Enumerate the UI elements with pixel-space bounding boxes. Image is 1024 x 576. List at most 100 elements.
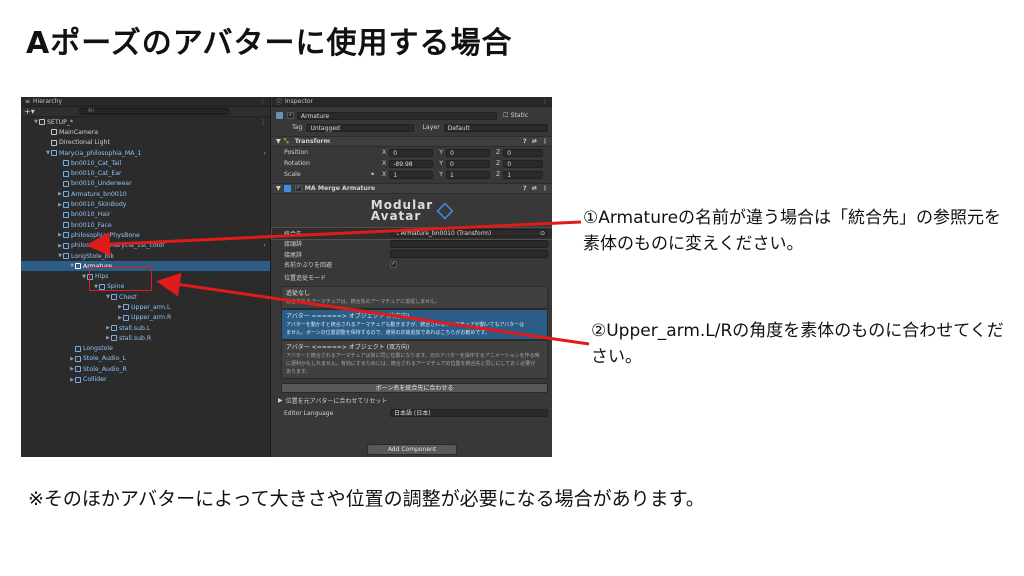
position-label: Position xyxy=(284,149,309,156)
enabled-checkbox[interactable]: ✓ xyxy=(294,185,302,192)
rotation-y-field[interactable]: 0 xyxy=(446,159,491,168)
x-label: X xyxy=(382,160,387,167)
scale-z-field[interactable]: 1 xyxy=(503,170,544,179)
hierarchy-tab[interactable]: ≡ Hierarchy ⋮ xyxy=(21,97,270,107)
avoid-name-checkbox[interactable]: ✓ xyxy=(390,261,397,269)
help-icon[interactable]: ? xyxy=(523,185,527,192)
logo-line-2: Avatar xyxy=(370,209,422,223)
active-checkbox[interactable]: ✓ xyxy=(287,112,294,119)
gameobject-icon xyxy=(75,376,81,383)
language-row: Editor Language 日本語 (日本) xyxy=(272,408,552,419)
tree-item-light[interactable]: Directional Light xyxy=(21,138,270,148)
prefab-icon xyxy=(63,180,69,187)
match-bone-names-button[interactable]: ボーン名を統合先に合わせる xyxy=(281,382,548,393)
add-component-button[interactable]: Add Component xyxy=(367,444,457,455)
merge-armature-header[interactable]: ▼ ✓ MA Merge Armature ? ⇄ ⋮ xyxy=(272,183,552,194)
transform-icon: ⤡ xyxy=(394,230,399,238)
tree-item-hair[interactable]: bn0010_Hair xyxy=(21,210,270,220)
object-picker-icon[interactable]: ⊙ xyxy=(540,230,545,237)
gameobject-icon xyxy=(123,304,129,311)
inspector-panel: ⓘ Inspector ⋮ ✓ Armature ☐ Static Tag Un… xyxy=(271,97,552,457)
tree-item-stall-sub-l[interactable]: ▶ stall.sub.L xyxy=(21,323,270,333)
tree-item-armature-bn0010[interactable]: ▶ Armature_bn0010 xyxy=(21,189,270,199)
more-options-icon[interactable]: ⋮ xyxy=(542,185,548,192)
prefix-field[interactable] xyxy=(390,239,548,248)
link-icon[interactable]: ⚭ xyxy=(370,171,382,178)
position-x-field[interactable]: 0 xyxy=(389,148,434,157)
merge-target-field[interactable]: ⤡ Armature_bn0010 (Transform) ⊙ xyxy=(390,229,548,238)
rotation-z-field[interactable]: 0 xyxy=(503,159,544,168)
help-icon[interactable]: ? xyxy=(523,138,527,145)
more-options-icon[interactable]: ⋮ xyxy=(542,98,548,105)
tree-item-stall-sub-r[interactable]: ▶ stall.sub.R xyxy=(21,333,270,343)
tree-item-physbone[interactable]: ▶ philosophia_PhysBone xyxy=(21,230,270,240)
tag-layer-row: Tag Untagged Layer Default xyxy=(272,122,552,133)
mode-none-desc: 統合されるアーマチュアは、統合先のアーマチュアに追従しません。 xyxy=(286,298,441,305)
mode-option-none[interactable]: 追従なし 統合されるアーマチュアは、統合先のアーマチュアに追従しません。 xyxy=(281,285,548,309)
hierarchy-toolbar: +▾ All xyxy=(21,107,270,117)
position-row: Position X0 Y0 Z0 xyxy=(272,147,552,158)
reset-position-row[interactable]: ▶ 位置を元アバターに合わせてリセット xyxy=(272,396,552,407)
tree-item-face[interactable]: bn0010_Face xyxy=(21,220,270,230)
object-header: ✓ Armature ☐ Static xyxy=(272,109,552,122)
more-options-icon[interactable]: ⋮ xyxy=(260,119,266,126)
gameobject-icon xyxy=(75,263,81,270)
tree-item-cat-ear[interactable]: bn0010_Cat_Ear xyxy=(21,168,270,178)
tree-item-upper-arm-l[interactable]: ▶ Upper_arm.L xyxy=(21,302,270,312)
x-label: X xyxy=(382,171,387,178)
z-label: Z xyxy=(496,160,501,167)
tree-item-collider[interactable]: ▶ Collider xyxy=(21,374,270,384)
suffix-row: 接尾辞 xyxy=(272,249,552,260)
inspector-tab[interactable]: ⓘ Inspector ⋮ xyxy=(272,97,552,107)
tag-label: Tag xyxy=(292,124,303,131)
merge-target-row: 統合先 ⤡ Armature_bn0010 (Transform) ⊙ xyxy=(271,227,552,240)
tree-item-underwear[interactable]: bn0010_Underwear xyxy=(21,179,270,189)
tag-select[interactable]: Untagged xyxy=(306,123,415,132)
callout-upper-arm: ②Upper_arm.L/Rの角度を素体のものに合わせてください。 xyxy=(591,321,1004,367)
hierarchy-search-input[interactable]: All xyxy=(78,108,229,115)
tree-item-cat-tail[interactable]: bn0010_Cat_Tail xyxy=(21,158,270,168)
transform-header[interactable]: ▼ ⤡ Transform ? ⇄ ⋮ xyxy=(272,136,552,147)
position-z-field[interactable]: 0 xyxy=(503,148,544,157)
tree-item-upper-arm-r[interactable]: ▶ Upper_arm.R xyxy=(21,313,270,323)
prefab-icon xyxy=(63,160,69,167)
y-label: Y xyxy=(439,160,444,167)
transform-title: Transform xyxy=(294,138,331,145)
settings-icon[interactable]: ⇄ xyxy=(532,185,537,192)
scale-x-field[interactable]: 1 xyxy=(389,170,434,179)
gameobject-icon xyxy=(111,294,117,301)
tree-item-maincamera[interactable]: MainCamera xyxy=(21,127,270,137)
mode-one-desc-1: アバターを動かすと統合されるアーマチュアも動きますが、統合されるアーマチュアが動… xyxy=(286,321,525,328)
gameobject-icon xyxy=(111,325,117,332)
tree-item-chest[interactable]: ▼ Chest xyxy=(21,292,270,302)
object-name-field[interactable]: Armature xyxy=(297,111,497,120)
settings-icon[interactable]: ⇄ xyxy=(532,138,537,145)
rotation-x-field[interactable]: -89.98 xyxy=(389,159,434,168)
layer-select[interactable]: Default xyxy=(443,123,548,132)
tree-item-skinbody[interactable]: ▶ bn0010_SkinBody xyxy=(21,199,270,209)
prefab-icon xyxy=(63,211,69,218)
position-y-field[interactable]: 0 xyxy=(446,148,491,157)
tree-item-stole-audio-l[interactable]: ▶ Stole_Audio_L xyxy=(21,354,270,364)
more-options-icon[interactable]: ⋮ xyxy=(542,138,548,145)
tree-item-stole-audio-r[interactable]: ▶ Stole_Audio_R xyxy=(21,364,270,374)
static-checkbox[interactable]: ☐ xyxy=(503,112,509,119)
prefix-label: 接頭辞 xyxy=(284,241,303,249)
add-button[interactable]: +▾ xyxy=(24,107,35,116)
tree-item-longstole[interactable]: ▼ LongStole_blk xyxy=(21,251,270,261)
prefab-icon xyxy=(63,232,69,239)
tree-item-setup[interactable]: ▼ SETUP_* ⋮ xyxy=(21,117,270,127)
mode-option-one-way[interactable]: アバター ======> オブジェクト (片方向) アバターを動かすと統合される… xyxy=(281,308,548,340)
tree-item-marycia[interactable]: ▼ Marycia_philosophia_MA_1 › xyxy=(21,148,270,158)
language-select[interactable]: 日本語 (日本) xyxy=(390,409,548,418)
callout-merge-target: ①Armatureの名前が違う場合は「統合先」の参照元を素体のものに変えください… xyxy=(583,208,1002,254)
prefab-icon xyxy=(63,201,69,208)
chevron-right-icon[interactable]: › xyxy=(264,242,266,249)
chevron-right-icon[interactable]: › xyxy=(264,150,266,157)
suffix-field[interactable] xyxy=(390,250,548,259)
tree-item-1st-color[interactable]: ▶ philosophia_Marycia_1st_color › xyxy=(21,241,270,251)
scale-y-field[interactable]: 1 xyxy=(446,170,491,179)
mode-option-two-way[interactable]: アバター <=====> オブジェクト (双方向) アバターと統合されるアーマチ… xyxy=(281,339,548,379)
more-options-icon[interactable]: ⋮ xyxy=(260,98,266,105)
tree-item-longstole-mesh[interactable]: Longstole xyxy=(21,344,270,354)
